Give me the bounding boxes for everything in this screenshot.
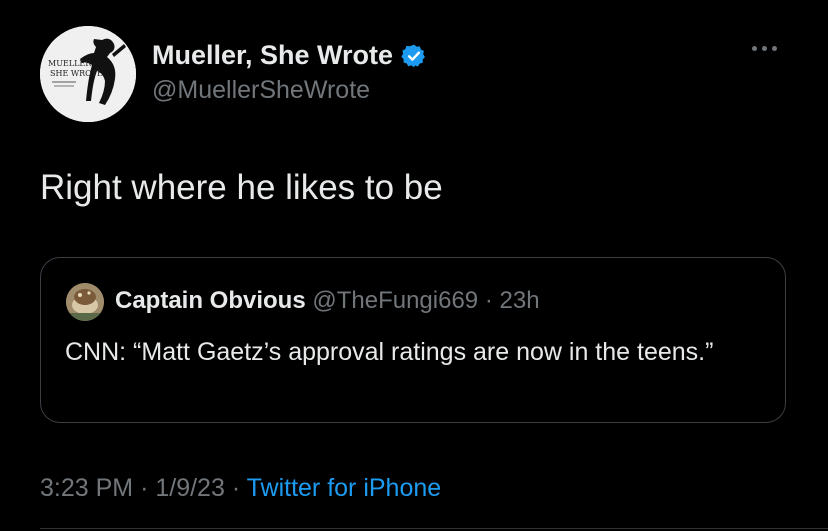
author-display-name[interactable]: Mueller, She Wrote bbox=[152, 40, 393, 71]
tweet-text: Right where he likes to be bbox=[40, 168, 443, 207]
quoted-handle[interactable]: @TheFungi669 bbox=[312, 287, 478, 314]
tweet-source-link[interactable]: Twitter for iPhone bbox=[247, 474, 442, 502]
svg-text:SHE WROTE: SHE WROTE bbox=[50, 69, 103, 78]
divider bbox=[40, 528, 828, 529]
more-horizontal-icon[interactable] bbox=[752, 46, 777, 51]
avatar-logo: MUELLER SHE WROTE bbox=[40, 26, 136, 122]
author-handle[interactable]: @MuellerSheWrote bbox=[152, 76, 370, 105]
tweet-meta: 3:23 PM · 1/9/23 · Twitter for iPhone bbox=[40, 474, 441, 503]
svg-text:MUELLER: MUELLER bbox=[48, 59, 92, 68]
quoted-header: Captain Obvious @TheFungi669 · 23h bbox=[115, 287, 540, 315]
meta-separator: · bbox=[231, 474, 241, 502]
verified-badge-icon bbox=[401, 43, 427, 69]
quoted-tweet-text: CNN: “Matt Gaetz’s approval ratings are … bbox=[65, 338, 714, 366]
quoted-display-name[interactable]: Captain Obvious bbox=[115, 287, 306, 314]
meta-separator: · bbox=[140, 474, 149, 502]
avatar[interactable]: MUELLER SHE WROTE bbox=[40, 26, 136, 122]
more-dot bbox=[772, 46, 777, 51]
quoted-time[interactable]: 23h bbox=[500, 287, 540, 314]
quoted-avatar[interactable] bbox=[66, 283, 104, 321]
tweet-date[interactable]: 1/9/23 bbox=[155, 474, 225, 502]
more-dot bbox=[752, 46, 757, 51]
quoted-tweet-card[interactable]: Captain Obvious @TheFungi669 · 23h CNN: … bbox=[40, 257, 786, 423]
more-dot bbox=[762, 46, 767, 51]
author-name-row: Mueller, She Wrote bbox=[152, 40, 427, 71]
tweet-time[interactable]: 3:23 PM bbox=[40, 474, 133, 502]
quoted-separator: · bbox=[484, 287, 493, 314]
